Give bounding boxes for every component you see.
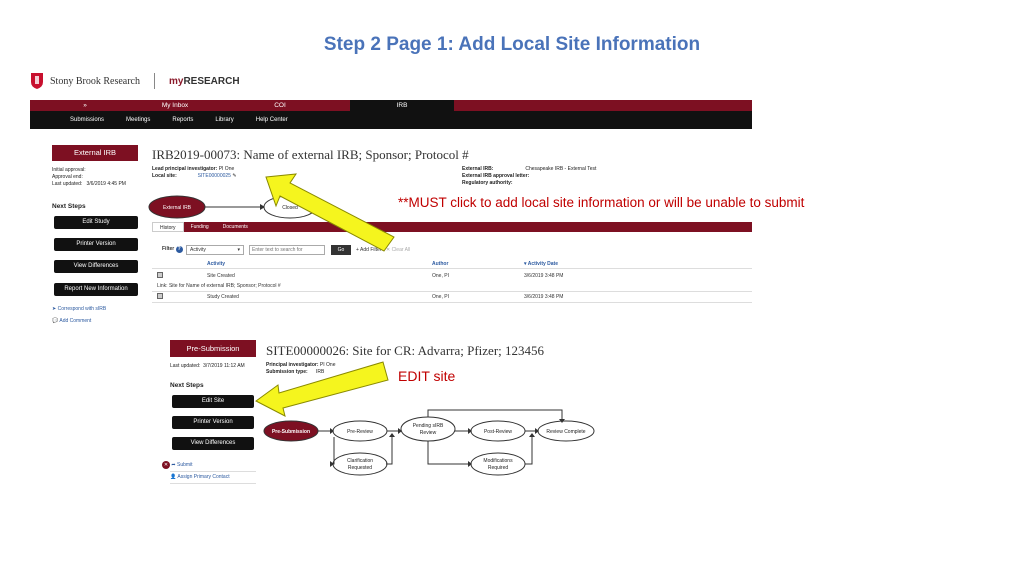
annotation-overlay <box>255 173 395 417</box>
must-click-annotation: **MUST click to add local site informati… <box>398 195 805 210</box>
edit-site-annotation: EDIT site <box>398 368 456 384</box>
yellow-arrow-icon <box>255 361 389 417</box>
yellow-arrow-icon <box>265 173 395 252</box>
